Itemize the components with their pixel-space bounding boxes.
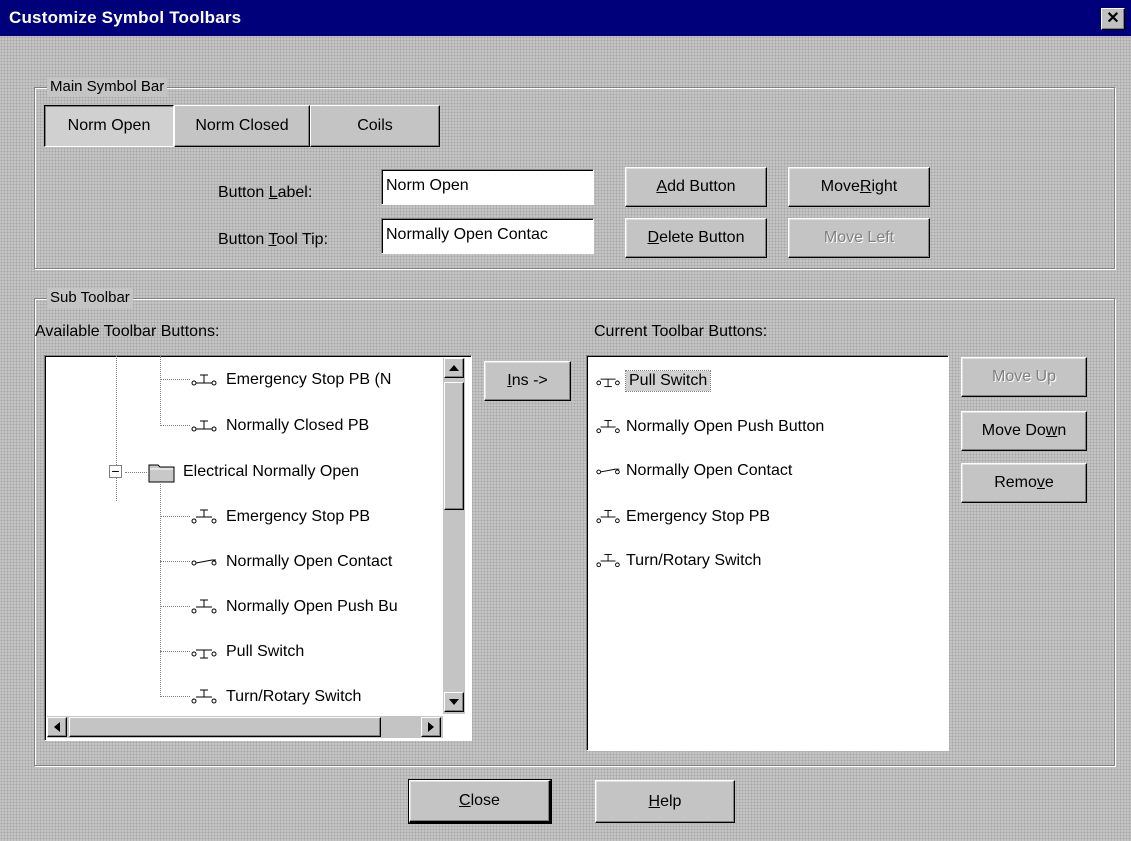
- minus-icon: −: [111, 463, 120, 479]
- button-tooltip-caption: Button Tool Tip:: [218, 231, 329, 248]
- move-left-button[interactable]: Move Left: [788, 218, 930, 258]
- main-symbol-bar-legend: Main Symbol Bar: [47, 77, 168, 97]
- normally-closed-pb-icon: [191, 374, 217, 386]
- tab-label: Norm Closed: [195, 117, 289, 134]
- pull-switch-icon: [191, 649, 217, 659]
- tree-item-label: Pull Switch: [226, 643, 305, 660]
- folder-icon: [148, 464, 175, 483]
- close-icon: ✕: [1106, 10, 1120, 27]
- add-button[interactable]: Add Button: [625, 167, 767, 207]
- tab-label: Coils: [357, 117, 393, 134]
- tab-norm-closed[interactable]: Norm Closed: [174, 105, 310, 147]
- tree-connector: [160, 516, 190, 517]
- scroll-right-button[interactable]: [421, 717, 441, 737]
- tree-connector: [116, 356, 117, 501]
- close-window-button[interactable]: ✕: [1101, 8, 1125, 30]
- tree-item-turn-rotary-switch[interactable]: Turn/Rotary Switch: [190, 685, 361, 709]
- scroll-down-button[interactable]: [444, 692, 464, 712]
- tree-item-label: Emergency Stop PB (N: [226, 371, 392, 388]
- current-item-turn-rotary-switch[interactable]: Turn/Rotary Switch: [595, 548, 761, 574]
- tree-connector: [160, 651, 190, 652]
- scroll-left-button[interactable]: [47, 717, 67, 737]
- button-label-input[interactable]: Norm Open: [381, 169, 594, 205]
- insert-button[interactable]: Ins ->: [484, 361, 571, 401]
- horizontal-scroll-thumb[interactable]: [69, 717, 381, 737]
- arrow-up-icon: [449, 365, 459, 371]
- scroll-thumb[interactable]: [444, 382, 464, 510]
- normally-open-contact-icon: [191, 559, 217, 566]
- current-item-normally-open-contact[interactable]: Normally Open Contact: [595, 458, 792, 484]
- move-up-button[interactable]: Move Up: [961, 357, 1087, 397]
- tab-label: Norm Open: [67, 117, 151, 134]
- tree-item-label: Normally Open Push Bu: [226, 598, 398, 615]
- list-item-label: Normally Open Push Button: [626, 418, 825, 435]
- tree-folder-electrical-normally-open[interactable]: Electrical Normally Open: [147, 460, 359, 484]
- tree-item-label: Emergency Stop PB: [226, 508, 371, 525]
- collapse-toggle[interactable]: −: [109, 463, 122, 479]
- move-down-button[interactable]: Move Do w n: [961, 411, 1087, 451]
- normally-open-contact-icon: [596, 468, 620, 475]
- arrow-down-icon: [449, 699, 459, 705]
- button-tooltip-input[interactable]: Normally Open Contac: [381, 218, 594, 254]
- tree-connector: [160, 561, 190, 562]
- normally-open-pb-icon: [596, 510, 620, 524]
- tree-item-normally-open-contact[interactable]: Normally Open Contact: [190, 550, 392, 574]
- button-label-caption: Button Label:: [218, 184, 313, 201]
- current-item-emergency-stop-pb[interactable]: Emergency Stop PB: [595, 504, 770, 530]
- tree-item-pull-switch[interactable]: Pull Switch: [190, 640, 304, 664]
- tree-item-label: Turn/Rotary Switch: [226, 688, 362, 705]
- available-buttons-tree[interactable]: Emergency Stop PB (N Normally Closed PB …: [44, 355, 472, 741]
- tree-item-label: Normally Closed PB: [226, 417, 370, 434]
- tree-horizontal-scrollbar[interactable]: [47, 716, 443, 738]
- tree-item-emergency-stop-pb-nc[interactable]: Emergency Stop PB (N: [190, 368, 391, 392]
- tree-connector: [160, 606, 190, 607]
- arrow-right-icon: [428, 722, 434, 732]
- tree-connector: [125, 472, 147, 473]
- tree-item-label: Normally Open Contact: [226, 553, 393, 570]
- current-buttons-label: Current Toolbar Buttons:: [594, 323, 768, 340]
- list-item-label: Normally Open Contact: [626, 462, 793, 479]
- normally-closed-pb-icon: [191, 420, 217, 432]
- current-item-pull-switch[interactable]: Pull Switch: [595, 368, 712, 394]
- move-right-button[interactable]: Move Right: [788, 167, 930, 207]
- close-button[interactable]: Close: [408, 779, 552, 824]
- help-button[interactable]: Help: [595, 780, 735, 823]
- pull-switch-icon: [596, 378, 620, 388]
- normally-open-pb-icon: [191, 509, 217, 524]
- current-item-normally-open-push-button[interactable]: Normally Open Push Button: [595, 414, 824, 440]
- current-buttons-list[interactable]: Pull Switch Normally Open Push Button No…: [586, 355, 949, 751]
- normally-open-pb-icon: [191, 599, 217, 614]
- title-bar: Customize Symbol Toolbars ✕: [0, 0, 1131, 36]
- normally-open-pb-icon: [596, 420, 620, 434]
- tree-connector: [160, 425, 190, 426]
- list-item-label: Emergency Stop PB: [626, 508, 771, 525]
- tree-vertical-scrollbar[interactable]: [443, 358, 465, 714]
- tree-connector: [160, 379, 190, 380]
- available-buttons-label: Available Toolbar Buttons:: [35, 323, 220, 340]
- delete-button[interactable]: Delete Button: [625, 218, 767, 258]
- tree-connector: [160, 356, 161, 426]
- scroll-up-button[interactable]: [444, 358, 464, 378]
- remove-button[interactable]: Remo v e: [961, 463, 1087, 503]
- tab-norm-open[interactable]: Norm Open: [44, 105, 174, 147]
- tree-item-label: Electrical Normally Open: [183, 463, 360, 480]
- tree-connector: [160, 696, 190, 697]
- window-title: Customize Symbol Toolbars: [9, 8, 242, 27]
- tree-item-emergency-stop-pb[interactable]: Emergency Stop PB: [190, 505, 370, 529]
- tree-item-normally-open-push-button[interactable]: Normally Open Push Bu: [190, 595, 398, 619]
- arrow-left-icon: [54, 722, 60, 732]
- normally-open-pb-icon: [191, 689, 217, 704]
- tree-item-normally-closed-pb[interactable]: Normally Closed PB: [190, 414, 369, 438]
- list-item-label: Pull Switch: [624, 370, 712, 392]
- sub-toolbar-legend: Sub Toolbar: [47, 288, 133, 308]
- tab-coils[interactable]: Coils: [310, 105, 440, 147]
- normally-open-pb-icon: [596, 554, 620, 568]
- list-item-label: Turn/Rotary Switch: [626, 552, 762, 569]
